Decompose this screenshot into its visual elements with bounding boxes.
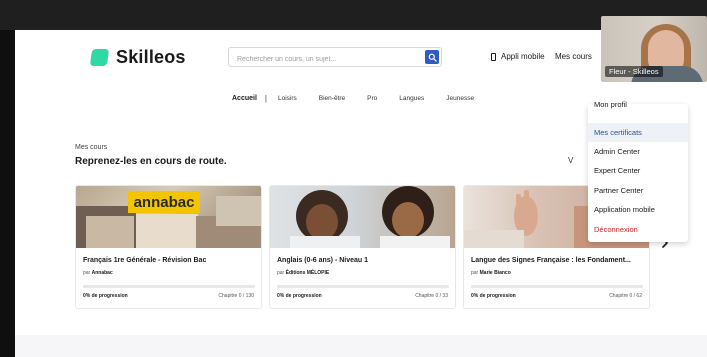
menu-item-expert-center[interactable]: Expert Center (588, 161, 688, 180)
menu-item-partner-center[interactable]: Partner Center (588, 181, 688, 200)
section-kicker: Mes cours (75, 144, 108, 151)
mes-cours-link[interactable]: Mes cours (555, 52, 592, 61)
search-input[interactable] (229, 50, 419, 69)
annabac-logo-text: annabac (133, 193, 195, 211)
progress-label: 0% de progression (277, 293, 322, 299)
course-title[interactable]: Anglais (0-6 ans) - Niveau 1 (277, 257, 368, 264)
course-author: par Annabac (83, 270, 113, 276)
nav-separator: | (264, 94, 267, 103)
chapter-count: Chapitre 0 / 62 (609, 293, 642, 299)
screen-frame: Skilleos Appli mobile Mes cours Accueil … (0, 0, 707, 357)
window-left-edge (0, 30, 15, 357)
chapter-count: Chapitre 0 / 33 (415, 293, 448, 299)
annabac-banner: annabac (128, 191, 200, 213)
category-nav: Accueil | Loisirs Bien-être Pro Langues … (232, 94, 496, 103)
menu-item-application-mobile[interactable]: Application mobile (588, 200, 688, 219)
course-card-francais[interactable]: annabac Français 1re Générale - Révision… (75, 185, 262, 309)
search-icon (428, 53, 437, 62)
progress-label: 0% de progression (83, 293, 128, 299)
menu-item-mon-profil[interactable]: Mon profil (588, 95, 688, 114)
nav-item-bien-etre[interactable]: Bien-être (319, 95, 345, 102)
participant-name-label: Fleur - Skilleos (605, 66, 663, 77)
nav-item-langues[interactable]: Langues (399, 95, 424, 102)
author-prefix: par (277, 270, 285, 276)
skilleos-logo[interactable]: Skilleos (89, 47, 186, 68)
author-name: Éditions MÉLOPIE (285, 270, 330, 276)
voir-tout-link[interactable]: V (568, 156, 573, 165)
author-name: Annabac (91, 270, 113, 276)
course-image-anglais (270, 186, 455, 248)
appli-mobile-link[interactable]: Appli mobile (491, 52, 545, 61)
course-title[interactable]: Langue des Signes Française : les Fondam… (471, 257, 631, 264)
section-title: Reprenez-les en cours de route. (75, 156, 227, 167)
course-card-anglais[interactable]: Anglais (0-6 ans) - Niveau 1 par Édition… (269, 185, 456, 309)
search-bar (228, 47, 442, 69)
nav-item-jeunesse[interactable]: Jeunesse (446, 95, 474, 102)
author-name: Marie Bianco (479, 270, 511, 276)
search-button[interactable] (425, 50, 439, 64)
profile-dropdown-menu: Mon profil Mes certificats Admin Center … (588, 100, 688, 242)
progress-bar (277, 285, 449, 288)
video-call-thumbnail[interactable]: Fleur - Skilleos (601, 16, 707, 82)
nav-item-accueil[interactable]: Accueil (232, 95, 257, 102)
author-prefix: par (83, 270, 91, 276)
phone-icon (491, 52, 496, 61)
course-author: par Marie Bianco (471, 270, 511, 276)
course-image-art (290, 186, 450, 248)
course-title[interactable]: Français 1re Générale - Révision Bac (83, 257, 206, 264)
chapter-count: Chapitre 0 / 130 (218, 293, 254, 299)
menu-item-deconnexion[interactable]: Déconnexion (588, 220, 688, 239)
progress-bar (83, 285, 255, 288)
appli-mobile-label: Appli mobile (501, 52, 545, 61)
course-image-francais: annabac (76, 186, 261, 248)
skilleos-logo-icon (89, 49, 110, 66)
author-prefix: par (471, 270, 479, 276)
next-section-band (15, 335, 707, 357)
logo-text: Skilleos (116, 47, 186, 67)
menu-item-admin-center[interactable]: Admin Center (588, 142, 688, 161)
nav-item-loisirs[interactable]: Loisirs (278, 95, 297, 102)
progress-label: 0% de progression (471, 293, 516, 299)
course-author: par Éditions MÉLOPIE (277, 270, 329, 276)
progress-bar (471, 285, 643, 288)
menu-item-mes-certificats[interactable]: Mes certificats (588, 123, 688, 142)
nav-item-pro[interactable]: Pro (367, 95, 377, 102)
